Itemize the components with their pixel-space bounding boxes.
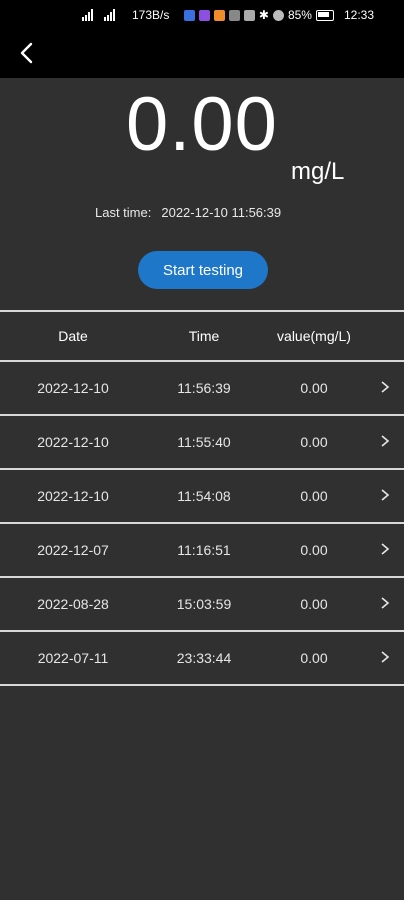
- table-row[interactable]: 2022-12-10 11:55:40 0.00: [0, 416, 404, 470]
- last-time-label: Last time:: [95, 205, 152, 220]
- alarm-icon: [272, 9, 284, 21]
- signal-icon: [82, 9, 98, 21]
- signal-icon-2: [104, 9, 120, 21]
- table-row[interactable]: 2022-12-10 11:56:39 0.00: [0, 362, 404, 416]
- table-row[interactable]: 2022-12-07 11:16:51 0.00: [0, 524, 404, 578]
- app-notification-icon: [183, 9, 195, 21]
- row-value: 0.00: [300, 542, 328, 558]
- row-value: 0.00: [300, 650, 328, 666]
- table-row[interactable]: 2022-08-28 15:03:59 0.00: [0, 578, 404, 632]
- app-notification-icon: [198, 9, 210, 21]
- battery-percent: 85%: [287, 8, 312, 22]
- row-date: 2022-07-11: [37, 650, 109, 666]
- battery-icon: [315, 9, 334, 21]
- row-date: 2022-12-10: [37, 434, 109, 450]
- status-right-group: ✱ 85% 12:33: [183, 8, 374, 22]
- table-row[interactable]: 2022-07-11 23:33:44 0.00: [0, 632, 404, 686]
- row-value: 0.00: [300, 434, 328, 450]
- row-time: 11:16:51: [177, 542, 231, 558]
- row-date: 2022-12-10: [37, 488, 109, 504]
- row-time: 11:56:39: [177, 380, 231, 396]
- app-notification-icon: [228, 9, 240, 21]
- back-arrow-icon[interactable]: [12, 38, 42, 68]
- column-header-value: value(mg/L): [277, 328, 351, 344]
- row-time: 11:54:08: [177, 488, 231, 504]
- row-time: 23:33:44: [176, 650, 232, 666]
- bluetooth-icon: ✱: [258, 8, 269, 22]
- row-value: 0.00: [300, 596, 328, 612]
- status-bar: 173B/s ✱ 85% 12:33: [0, 0, 404, 30]
- records-list: 2022-12-10 11:56:39 0.00 2022-12-10 11:5…: [0, 362, 404, 686]
- last-time-value: 2022-12-10 11:56:39: [161, 205, 282, 220]
- row-time: 15:03:59: [176, 596, 232, 612]
- row-time: 11:55:40: [177, 434, 231, 450]
- start-testing-button[interactable]: Start testing: [138, 251, 268, 289]
- row-value: 0.00: [300, 380, 328, 396]
- chevron-right-icon: [381, 489, 390, 501]
- network-speed: 173B/s: [132, 8, 170, 22]
- chevron-right-icon: [381, 651, 390, 663]
- unit-label: mg/L: [291, 158, 345, 185]
- last-time: Last time: 2022-12-10 11:56:39: [95, 205, 281, 220]
- table-row[interactable]: 2022-12-10 11:54:08 0.00: [0, 470, 404, 524]
- row-date: 2022-12-07: [37, 542, 109, 558]
- column-header-time: Time: [188, 328, 220, 344]
- row-date: 2022-12-10: [37, 380, 109, 396]
- app-header: [0, 30, 404, 78]
- chevron-right-icon: [381, 543, 390, 555]
- app-notification-icon: [243, 9, 255, 21]
- app-notification-icon: [213, 9, 225, 21]
- table-header: Date Time value(mg/L): [0, 310, 404, 362]
- row-value: 0.00: [300, 488, 328, 504]
- chevron-right-icon: [381, 597, 390, 609]
- column-header-date: Date: [58, 328, 88, 344]
- chevron-right-icon: [381, 435, 390, 447]
- current-value: 0.00: [126, 82, 278, 167]
- chevron-right-icon: [381, 381, 390, 393]
- status-left-group: 173B/s: [82, 8, 169, 22]
- row-date: 2022-08-28: [37, 596, 109, 612]
- clock: 12:33: [343, 8, 374, 22]
